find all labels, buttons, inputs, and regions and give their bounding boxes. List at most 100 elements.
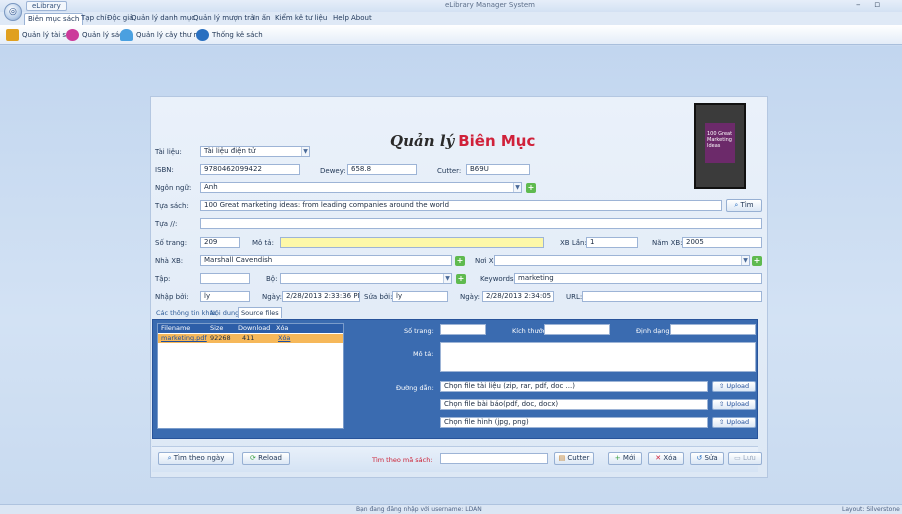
asset-management-button[interactable]: Quản lý tài sản: [6, 28, 75, 42]
tap-field[interactable]: [200, 273, 250, 284]
kich-thuoc-label: Kích thước:: [512, 327, 549, 335]
dewey-label: Dewey:: [320, 167, 346, 175]
col-size[interactable]: Size: [210, 324, 223, 333]
delete-icon: ✕: [655, 454, 662, 462]
book-statistics-button[interactable]: Thống kê sách: [196, 28, 263, 42]
minimize-button[interactable]: –: [856, 0, 861, 10]
book-management-button[interactable]: Quản lý sách: [66, 28, 127, 42]
file-mo-ta-label: Mô tả:: [413, 350, 434, 358]
ngon-ngu-select[interactable]: Anh: [200, 182, 522, 193]
new-button[interactable]: + Mới: [608, 452, 642, 465]
sua-boi-field[interactable]: ly: [392, 291, 448, 302]
keywords-label: Keywords:: [480, 275, 516, 283]
col-download[interactable]: Download: [238, 324, 270, 333]
app-orb-icon: ◎: [9, 7, 17, 17]
save-button-label: Lưu: [743, 454, 756, 462]
document-path-field[interactable]: Chọn file tài liệu (zip, rar, pdf, doc .…: [440, 381, 708, 392]
file-name-link[interactable]: marketing.pdf: [161, 334, 207, 342]
nam-xb-label: Năm XB:: [652, 239, 683, 247]
tab-about[interactable]: About: [348, 13, 375, 25]
add-place-button[interactable]: +: [752, 256, 762, 266]
search-title-button[interactable]: ⌕ Tìm: [726, 199, 762, 212]
tai-lieu-select[interactable]: Tài liệu điện tử: [200, 146, 310, 157]
tab-quan-ly-muon-tra[interactable]: Quản lý mượn trả: [190, 13, 257, 25]
maximize-button[interactable]: ▫: [874, 0, 880, 10]
edit-button[interactable]: ↺ Sửa: [690, 452, 724, 465]
search-by-date-button[interactable]: ⌕ Tìm theo ngày: [158, 452, 234, 465]
chevron-down-icon[interactable]: ▼: [301, 147, 309, 156]
article-path-field[interactable]: Chọn file bài báo(pdf, doc, docx): [440, 399, 708, 410]
cutter-button-label: Cutter: [567, 454, 590, 462]
tab-kiem-ke-tu-lieu[interactable]: Kiểm kê tư liệu: [272, 13, 330, 25]
nha-xb-field[interactable]: Marshall Cavendish: [200, 255, 452, 266]
tab-quan-ly-danh-muc[interactable]: Quản lý danh mục: [128, 13, 198, 25]
bo-select[interactable]: [280, 273, 452, 284]
delete-button[interactable]: ✕ Xóa: [648, 452, 684, 465]
so-trang-field[interactable]: 209: [200, 237, 240, 248]
so-trang-label: Số trang:: [155, 239, 188, 247]
isbn-label: ISBN:: [155, 166, 174, 174]
reload-label: Reload: [258, 454, 282, 462]
app-menu-button[interactable]: eLibrary: [26, 1, 67, 11]
dinh-dang-field[interactable]: [670, 324, 756, 335]
col-xoa[interactable]: Xóa: [276, 324, 288, 333]
edit-button-label: Sửa: [704, 454, 718, 462]
nam-xb-field[interactable]: 2005: [682, 237, 762, 248]
tab-source-files[interactable]: Source files: [238, 307, 282, 318]
upload-image-button[interactable]: ⇧ Upload: [712, 417, 756, 428]
url-label: URL:: [566, 293, 583, 301]
search-by-code-field[interactable]: [440, 453, 548, 464]
reload-button[interactable]: ⟳ Reload: [242, 452, 290, 465]
col-filename[interactable]: Filename: [161, 324, 190, 333]
file-mo-ta-field[interactable]: [440, 342, 756, 372]
dinh-dang-label: Định dạng:: [636, 327, 672, 335]
cutter-button[interactable]: ▤ Cutter: [554, 452, 594, 465]
tab-noi-dung[interactable]: Nội dung: [210, 308, 239, 318]
tua-sach-label: Tựa sách:: [155, 202, 189, 210]
book-cover-image[interactable]: 100 Great Marketing Ideas: [694, 103, 746, 189]
tab-cac-thong-tin-khac[interactable]: Các thông tin khác: [156, 308, 217, 318]
noi-xb-select[interactable]: [494, 255, 750, 266]
book-statistics-label: Thống kê sách: [212, 31, 263, 39]
url-field[interactable]: [582, 291, 762, 302]
chevron-down-icon[interactable]: ▼: [741, 256, 749, 265]
search-by-code-label: Tìm theo mã sách:: [372, 456, 433, 464]
chevron-down-icon[interactable]: ▼: [443, 274, 451, 283]
save-button[interactable]: ▭ Lưu: [728, 452, 762, 465]
cutter-field[interactable]: B69U: [466, 164, 530, 175]
file-size: 92268: [210, 334, 231, 342]
upload-icon: ⇧: [718, 400, 725, 408]
file-so-trang-field[interactable]: [440, 324, 486, 335]
search-icon: ⌕: [734, 201, 739, 209]
dewey-field[interactable]: 658.8: [347, 164, 417, 175]
ribbon-tabs: Biên mục sách Tạp chí Độc giả Quản lý da…: [0, 12, 902, 25]
tab-in-an[interactable]: In ấn: [250, 13, 273, 25]
app-orb-button[interactable]: ◎: [4, 3, 22, 21]
tua-sach-field[interactable]: 100 Great marketing ideas: from leading …: [200, 200, 722, 211]
ngay-sua-field[interactable]: 2/28/2013 2:34:05 P: [482, 291, 554, 302]
chevron-down-icon[interactable]: ▼: [513, 183, 521, 192]
upload-icon: ⇧: [718, 382, 725, 390]
tab-bien-muc-sach[interactable]: Biên mục sách: [24, 13, 84, 25]
isbn-field[interactable]: 9780462099422: [200, 164, 300, 175]
kich-thuoc-field[interactable]: [544, 324, 610, 335]
add-language-button[interactable]: +: [526, 183, 536, 193]
mo-ta-field[interactable]: [280, 237, 544, 248]
file-delete-link[interactable]: Xóa: [278, 334, 290, 342]
cutter-icon: ▤: [558, 454, 566, 462]
ngay-nhap-field[interactable]: 2/28/2013 2:33:36 PM: [282, 291, 360, 302]
nhap-boi-field[interactable]: ly: [200, 291, 250, 302]
status-bar: Bạn đang đăng nhập với username: LDAN La…: [0, 504, 902, 514]
keywords-field[interactable]: marketing: [514, 273, 762, 284]
page-title: Quản lý Biên Mục: [390, 132, 535, 150]
tua-p-field[interactable]: [200, 218, 762, 229]
upload-document-button[interactable]: ⇧ Upload: [712, 381, 756, 392]
image-path-field[interactable]: Chọn file hình (jpg, png): [440, 417, 708, 428]
upload-article-button[interactable]: ⇧ Upload: [712, 399, 756, 410]
add-publisher-button[interactable]: +: [455, 256, 465, 266]
login-status: Bạn đang đăng nhập với username: LDAN: [356, 506, 482, 513]
new-button-label: Mới: [622, 454, 636, 462]
add-series-button[interactable]: +: [456, 274, 466, 284]
upload-article-label: Upload: [726, 400, 750, 408]
xb-lan-field[interactable]: 1: [586, 237, 638, 248]
